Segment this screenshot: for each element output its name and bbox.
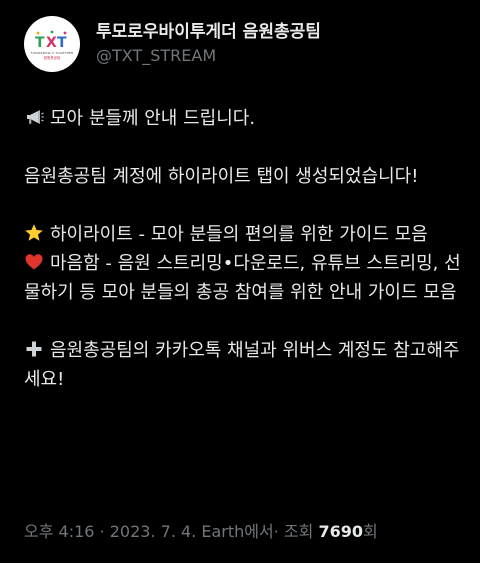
display-name[interactable]: 투모로우바이투게더 음원총공팀 (96, 21, 321, 43)
meta-separator: · (99, 522, 105, 541)
announce-text: 모아 분들께 안내 드립니다. (50, 108, 256, 129)
tweet-body: 모아 분들께 안내 드립니다. 음원총공팀 계정에 하이라이트 탭이 생성되었습… (24, 104, 464, 394)
svg-text:T: T (57, 35, 67, 51)
heart-line: 마음함 - 음원 스트리밍•다운로드, 유튜브 스트리밍, 선물하기 등 모아 … (24, 249, 464, 307)
tab-text: 음원총공팀 계정에 하이라이트 탭이 생성되었습니다! (24, 166, 419, 187)
announce-line: 모아 분들께 안내 드립니다. (24, 104, 464, 133)
kakao-text: 음원총공팀의 카카오톡 채널과 위버스 계정도 참고해주세요! (24, 340, 460, 390)
views-suffix: 회 (362, 522, 378, 541)
views-label: 조회 (283, 522, 314, 541)
txt-logo-icon: T X T (35, 30, 67, 51)
meta-separator: · (273, 522, 279, 541)
megaphone-icon (27, 110, 44, 124)
account-names: 투모로우바이투게더 음원총공팀 @TXT_STREAM (96, 21, 321, 67)
avatar-caption-top: TOMORROW X TOGETHER (30, 51, 74, 55)
kakao-line: 음원총공팀의 카카오톡 채널과 위버스 계정도 참고해주세요! (24, 336, 464, 394)
tweet-date[interactable]: 2023. 7. 4. (110, 522, 197, 541)
highlight-text: 하이라이트 - 모아 분들의 편의를 위한 가이드 모음 (50, 224, 428, 245)
tweet-source: Earth에서 (201, 522, 274, 541)
heart-icon (25, 254, 43, 270)
tweet-meta: 오후 4:16 · 2023. 7. 4. Earth에서· 조회 7690회 (24, 520, 378, 544)
tweet-time[interactable]: 오후 4:16 (24, 522, 94, 541)
views-count[interactable]: 7690 (318, 522, 363, 541)
avatar[interactable]: T X T TOMORROW X TOGETHER 음원총공팀 (24, 16, 80, 72)
star-icon (25, 224, 43, 241)
heart-text: 마음함 - 음원 스트리밍•다운로드, 유튜브 스트리밍, 선물하기 등 모아 … (24, 253, 461, 303)
handle[interactable]: @TXT_STREAM (96, 45, 321, 67)
highlight-line: 하이라이트 - 모아 분들의 편의를 위한 가이드 모음 (24, 220, 464, 249)
tweet-header: T X T TOMORROW X TOGETHER 음원총공팀 투모로우바이투게… (24, 16, 321, 72)
avatar-caption-bottom: 음원총공팀 (43, 56, 61, 60)
svg-text:T: T (35, 35, 45, 51)
svg-text:X: X (46, 35, 57, 51)
plus-icon (26, 341, 42, 357)
